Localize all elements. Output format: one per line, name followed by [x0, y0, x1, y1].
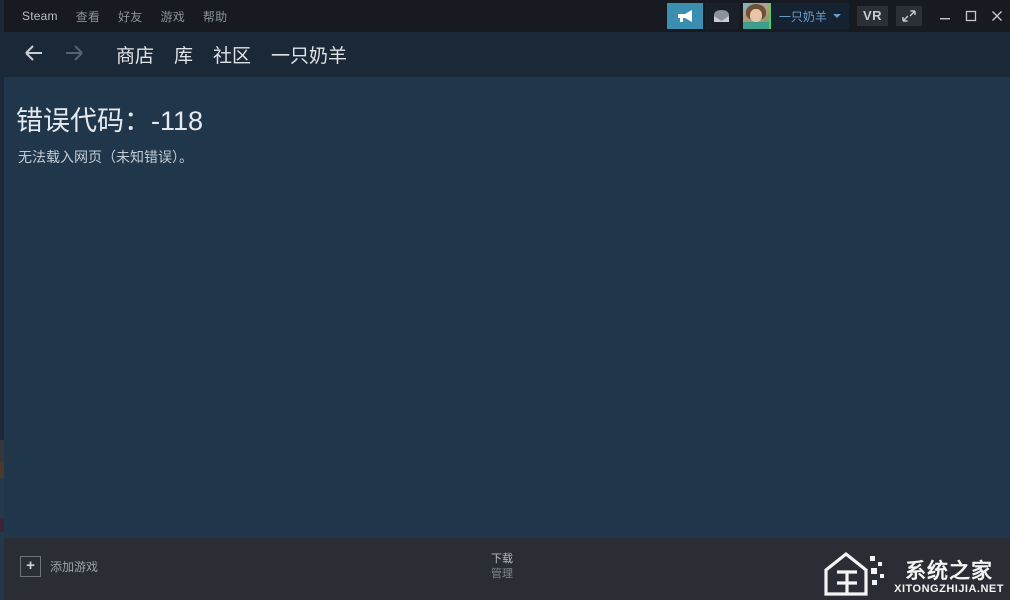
chevron-down-icon[interactable]: [832, 14, 841, 18]
arrow-left-icon: [25, 44, 42, 61]
nav-community[interactable]: 社区: [203, 41, 261, 68]
add-game-label: 添加游戏: [50, 560, 99, 574]
megaphone-icon: [677, 10, 692, 22]
downloads-subtitle: 管理: [491, 568, 513, 580]
username-label: 一只奶羊: [778, 9, 827, 24]
close-button[interactable]: [984, 3, 1010, 29]
nav-library[interactable]: 库: [164, 41, 203, 68]
menu-games[interactable]: 游戏: [152, 4, 194, 29]
watermark-logo-icon: [824, 550, 888, 596]
content-area: 错误代码：-118 无法载入网页（未知错误）。: [4, 77, 1010, 538]
house-logo-icon: [824, 551, 885, 596]
avatar-face: [749, 9, 762, 22]
plus-icon: +: [20, 556, 41, 577]
titlebar-controls: 一只奶羊 VR: [666, 0, 1010, 32]
error-title: 错误代码：-118: [16, 106, 204, 136]
titlebar: Steam 查看 好友 游戏 帮助 一只奶羊 VR: [4, 0, 1010, 32]
navigation-bar: 商店 库 社区 一只奶羊: [4, 32, 1010, 77]
broadcast-button[interactable]: [666, 3, 703, 29]
menubar: Steam 查看 好友 游戏 帮助: [4, 4, 236, 29]
maximize-button[interactable]: [958, 3, 984, 29]
user-avatar[interactable]: [742, 3, 771, 29]
expand-button[interactable]: [896, 6, 922, 26]
back-button[interactable]: [14, 43, 54, 67]
avatar-water: [742, 22, 769, 29]
downloads-title: 下载: [491, 553, 513, 565]
footer-bar: + 添加游戏 下载 管理 系统之家 XITONGZHIJIA.NET: [4, 538, 1010, 600]
maximize-icon: [965, 10, 977, 22]
steam-client-window: Steam 查看 好友 游戏 帮助 一只奶羊 VR 商店 库 社区 一只奶羊 错…: [0, 0, 1010, 600]
watermark: 系统之家 XITONGZHIJIA.NET: [824, 550, 1004, 596]
minimize-button[interactable]: [932, 3, 958, 29]
watermark-text: 系统之家 XITONGZHIJIA.NET: [894, 561, 1004, 596]
add-game-button[interactable]: + 添加游戏: [20, 556, 98, 577]
expand-icon: [902, 10, 916, 22]
nav-profile[interactable]: 一只奶羊: [261, 41, 357, 68]
nav-store[interactable]: 商店: [106, 41, 164, 68]
vr-button[interactable]: VR: [856, 6, 888, 26]
error-message: 无法载入网页（未知错误）。: [18, 149, 193, 165]
menu-friends[interactable]: 好友: [109, 4, 151, 29]
arrow-right-icon: [66, 44, 83, 61]
watermark-cn: 系统之家: [905, 560, 994, 583]
minimize-icon: [940, 18, 950, 20]
messages-button[interactable]: [704, 3, 739, 29]
background-window-sliver-lower: [0, 440, 4, 600]
menu-steam[interactable]: Steam: [13, 5, 67, 27]
window-controls: [932, 3, 1010, 29]
forward-button[interactable]: [54, 43, 94, 67]
downloads-status[interactable]: 下载 管理: [491, 552, 513, 582]
envelope-icon: [714, 9, 730, 22]
close-icon: [992, 11, 1002, 21]
watermark-en: XITONGZHIJIA.NET: [894, 583, 1004, 595]
menu-help[interactable]: 帮助: [194, 4, 236, 29]
menu-view[interactable]: 查看: [67, 4, 109, 29]
user-menu[interactable]: 一只奶羊: [742, 3, 849, 29]
